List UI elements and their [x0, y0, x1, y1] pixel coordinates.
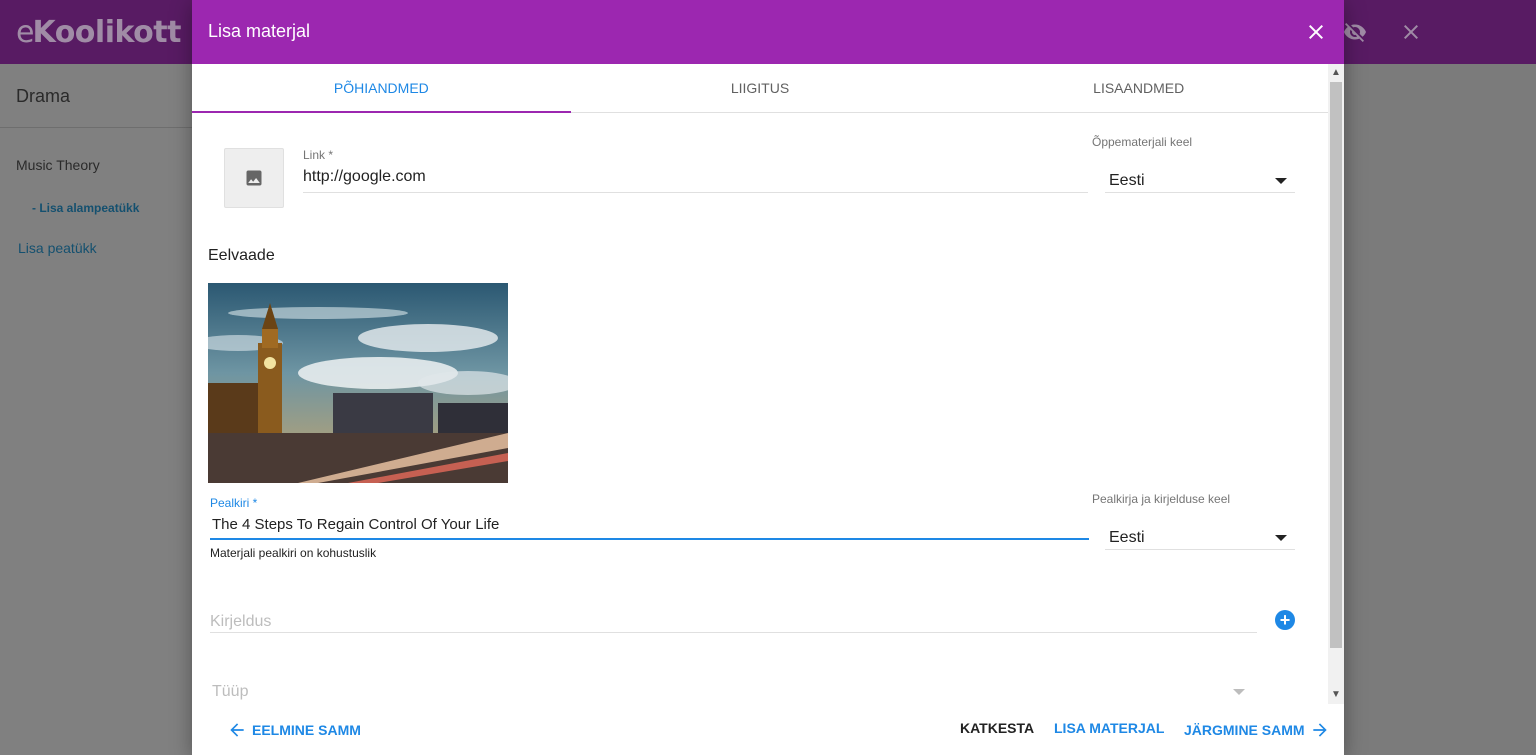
add-description-language-button[interactable]: +: [1275, 610, 1295, 630]
arrow-back-icon: [230, 723, 244, 737]
add-subchapter-link[interactable]: - Lisa alampeatükk: [32, 201, 139, 215]
cancel-label: KATKESTA: [960, 720, 1035, 736]
logo-text: Koolikott: [32, 14, 181, 50]
add-material-button[interactable]: LISA MATERJAL: [1054, 720, 1164, 736]
cancel-button[interactable]: KATKESTA: [960, 720, 1034, 736]
scroll-up-icon[interactable]: ▲: [1331, 68, 1341, 78]
add-chapter-link[interactable]: Lisa peatükk: [18, 240, 97, 256]
material-language-select[interactable]: Eesti: [1109, 172, 1145, 190]
add-material-label: LISA MATERJAL: [1054, 720, 1165, 736]
sidebar-title: Drama: [16, 86, 71, 106]
tab-additional-info[interactable]: LISAANDMED: [949, 64, 1328, 112]
description-input[interactable]: Kirjeldus: [210, 613, 271, 631]
sidebar-chapter[interactable]: Music Theory: [16, 157, 100, 173]
visibility-off-icon[interactable]: [1343, 20, 1367, 44]
link-label: Link *: [303, 148, 334, 162]
chevron-down-icon[interactable]: [1275, 178, 1287, 184]
arrow-forward-icon: [1312, 723, 1327, 737]
close-icon[interactable]: [1304, 20, 1328, 44]
thumbnail-upload[interactable]: [224, 148, 284, 208]
tab-classification[interactable]: LIIGITUS: [571, 64, 950, 112]
next-step-button[interactable]: JÄRGMINE SAMM: [1184, 720, 1330, 740]
preview-title: Eelvaade: [208, 247, 275, 264]
title-label: Pealkiri *: [210, 496, 258, 510]
chevron-down-icon[interactable]: [1275, 535, 1287, 541]
tab-basic-info[interactable]: PÕHIANDMED: [192, 64, 571, 113]
image-icon: [246, 170, 262, 186]
title-helper-text: Materjali pealkiri on kohustuslik: [210, 546, 377, 560]
chevron-down-icon[interactable]: [1233, 689, 1245, 695]
type-select[interactable]: Tüüp: [212, 683, 248, 701]
previous-step-button[interactable]: EELMINE SAMM: [227, 720, 361, 740]
scroll-thumb[interactable]: [1330, 82, 1342, 648]
link-underline: [303, 192, 1088, 193]
preview-image: [208, 283, 508, 483]
scroll-down-icon[interactable]: ▼: [1331, 690, 1341, 700]
close-app-icon[interactable]: [1399, 20, 1423, 44]
previous-step-label: EELMINE SAMM: [252, 722, 361, 738]
title-underline: [210, 538, 1089, 540]
app-logo[interactable]: e Koolikott: [16, 12, 181, 52]
material-language-label: Õppematerjali keel: [1092, 135, 1193, 149]
dialog-tabs: PÕHIANDMED LIIGITUS LISAANDMED: [192, 64, 1328, 113]
link-input[interactable]: [303, 168, 1088, 186]
title-input[interactable]: [212, 516, 1088, 533]
description-underline: [210, 632, 1257, 633]
sidebar-divider: [0, 127, 192, 128]
title-language-label: Pealkirja ja kirjelduse keel: [1092, 492, 1231, 506]
material-language-underline: [1105, 192, 1295, 193]
dialog-scrollbar[interactable]: ▲ ▼: [1328, 64, 1344, 704]
dialog-title: Lisa materjal: [208, 21, 311, 41]
add-material-dialog: Lisa materjal PÕHIANDMED LIIGITUS LISAAN…: [192, 0, 1344, 755]
dialog-header: Lisa materjal: [192, 0, 1344, 64]
next-step-label: JÄRGMINE SAMM: [1184, 722, 1305, 738]
title-language-select[interactable]: Eesti: [1109, 529, 1145, 547]
title-language-underline: [1105, 549, 1295, 550]
